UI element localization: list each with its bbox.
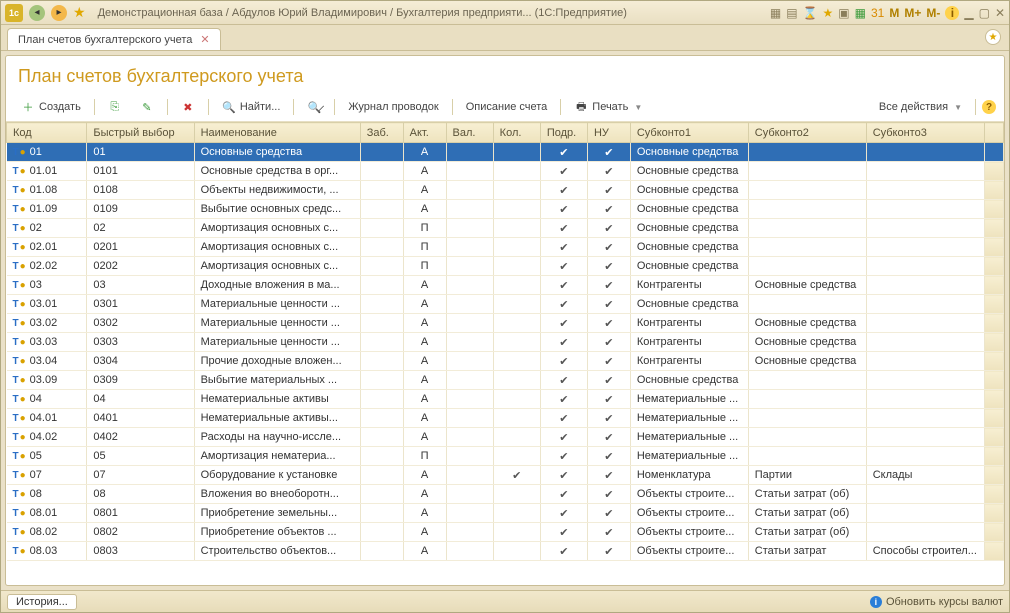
table-row[interactable]: T●02.010201Амортизация основных с...П✔✔О…: [7, 238, 1004, 257]
table-row[interactable]: T●0707Оборудование к установкеА✔✔✔Номенк…: [7, 466, 1004, 485]
copy-icon: ⎘: [108, 100, 122, 114]
col-code[interactable]: Код: [7, 123, 87, 143]
table-row[interactable]: T●08.030803Строительство объектов...А✔✔О…: [7, 542, 1004, 561]
star-icon[interactable]: ★: [823, 6, 834, 20]
delete-button[interactable]: ✖: [174, 97, 202, 117]
chevron-down-icon: ▼: [954, 103, 962, 112]
clear-filter-button[interactable]: 🔍̷: [300, 97, 328, 117]
table-row[interactable]: T●0101Основные средстваА✔✔Основные средс…: [7, 143, 1004, 162]
history-button[interactable]: История...: [7, 594, 77, 610]
table-row[interactable]: T●02.020202Амортизация основных с...П✔✔О…: [7, 257, 1004, 276]
copy-button[interactable]: ⎘: [101, 97, 129, 117]
table-row[interactable]: T●0303Доходные вложения в ма...А✔✔Контра…: [7, 276, 1004, 295]
col-nu[interactable]: НУ: [587, 123, 630, 143]
table-row[interactable]: T●03.040304Прочие доходные вложен...А✔✔К…: [7, 352, 1004, 371]
printer-icon: 🖶: [574, 100, 588, 114]
update-rates-link[interactable]: i Обновить курсы валют: [870, 596, 1003, 608]
table-row[interactable]: T●0202Амортизация основных с...П✔✔Основн…: [7, 219, 1004, 238]
page-title: План счетов бухгалтерского учета: [6, 56, 1004, 93]
table-row[interactable]: T●03.030303Материальные ценности ...А✔✔К…: [7, 333, 1004, 352]
table-row[interactable]: T●0808Вложения во внеоборотн...А✔✔Объект…: [7, 485, 1004, 504]
minimize-button[interactable]: ▁: [964, 6, 973, 20]
col-zab[interactable]: Заб.: [360, 123, 403, 143]
col-podr[interactable]: Подр.: [540, 123, 587, 143]
all-actions-label: Все действия: [879, 101, 948, 113]
favorites-icon[interactable]: ★: [73, 4, 86, 21]
chevron-down-icon: ▼: [634, 103, 642, 112]
help-icon[interactable]: ?: [982, 100, 996, 114]
print-button[interactable]: 🖶 Печать ▼: [567, 97, 649, 117]
tab-close-icon[interactable]: ✕: [200, 33, 209, 46]
tab-chart-of-accounts[interactable]: План счетов бухгалтерского учета ✕: [7, 28, 221, 50]
close-button[interactable]: ✕: [995, 6, 1005, 20]
find-button[interactable]: 🔍 Найти...: [215, 97, 288, 117]
favorite-toggle-icon[interactable]: ★: [985, 29, 1001, 45]
toolbar: ＋ Создать ⎘ ✎ ✖ 🔍 Найти... 🔍̷ Журнал про…: [6, 93, 1004, 122]
description-button[interactable]: Описание счета: [459, 98, 555, 116]
info-icon[interactable]: i: [945, 6, 959, 20]
edit-button[interactable]: ✎: [133, 97, 161, 117]
table-row[interactable]: T●03.090309Выбытие материальных ...А✔✔Ос…: [7, 371, 1004, 390]
m-button[interactable]: M: [889, 6, 899, 20]
tool-icon[interactable]: ▦: [770, 6, 781, 20]
tabbar: План счетов бухгалтерского учета ✕ ★: [1, 25, 1009, 51]
m-minus-button[interactable]: M-: [926, 6, 940, 20]
table-row[interactable]: T●0404Нематериальные активыА✔✔Нематериал…: [7, 390, 1004, 409]
table-row[interactable]: T●01.090109Выбытие основных средс...А✔✔О…: [7, 200, 1004, 219]
table-row[interactable]: T●01.010101Основные средства в орг...А✔✔…: [7, 162, 1004, 181]
nav-back-button[interactable]: ◂: [29, 5, 45, 21]
history-label: История...: [16, 596, 68, 608]
table-row[interactable]: T●03.010301Материальные ценности ...А✔✔О…: [7, 295, 1004, 314]
table-row[interactable]: T●04.020402Расходы на научно-иссле...А✔✔…: [7, 428, 1004, 447]
col-name[interactable]: Наименование: [194, 123, 360, 143]
m-plus-button[interactable]: M+: [904, 6, 921, 20]
table-row[interactable]: T●01.080108Объекты недвижимости, ...А✔✔О…: [7, 181, 1004, 200]
pencil-icon: ✎: [140, 100, 154, 114]
table-row[interactable]: T●08.010801Приобретение земельны...А✔✔Об…: [7, 504, 1004, 523]
maximize-button[interactable]: ▢: [979, 6, 990, 20]
grid-header[interactable]: Код Быстрый выбор Наименование Заб. Акт.…: [7, 123, 1004, 143]
calc-icon[interactable]: ▦: [855, 6, 866, 20]
col-kol[interactable]: Кол.: [493, 123, 540, 143]
tab-label: План счетов бухгалтерского учета: [18, 34, 192, 46]
nav-icon[interactable]: ▣: [838, 6, 849, 20]
titlebar: 1c ◂ ▸ ★ Демонстрационная база / Абдулов…: [1, 1, 1009, 25]
col-s2[interactable]: Субконто2: [748, 123, 866, 143]
search-icon: 🔍: [222, 100, 236, 114]
nav-forward-button[interactable]: ▸: [51, 5, 67, 21]
table-row[interactable]: T●08.020802Приобретение объектов ...А✔✔О…: [7, 523, 1004, 542]
col-s3[interactable]: Субконто3: [866, 123, 984, 143]
plus-icon: ＋: [21, 100, 35, 114]
statusbar: История... i Обновить курсы валют: [1, 590, 1009, 612]
print-label: Печать: [592, 101, 628, 113]
update-rates-label: Обновить курсы валют: [886, 596, 1003, 608]
clear-filter-icon: 🔍̷: [307, 100, 321, 114]
table-row[interactable]: T●0505Амортизация нематериа...П✔✔Нематер…: [7, 447, 1004, 466]
grid[interactable]: Код Быстрый выбор Наименование Заб. Акт.…: [6, 122, 1004, 585]
create-button[interactable]: ＋ Создать: [14, 97, 88, 117]
app-logo: 1c: [5, 4, 23, 22]
col-s1[interactable]: Субконто1: [630, 123, 748, 143]
find-label: Найти...: [240, 101, 281, 113]
tool-icon[interactable]: ▤: [786, 6, 797, 20]
create-label: Создать: [39, 101, 81, 113]
col-val[interactable]: Вал.: [446, 123, 493, 143]
delete-icon: ✖: [181, 100, 195, 114]
journal-label: Журнал проводок: [348, 101, 438, 113]
table-row[interactable]: T●03.020302Материальные ценности ...А✔✔К…: [7, 314, 1004, 333]
description-label: Описание счета: [466, 101, 548, 113]
titlebar-right-icons: ▦ ▤ ⌛ ★ ▣ ▦ 31 M M+ M- i ▁ ▢ ✕: [770, 6, 1005, 20]
calendar-icon[interactable]: 31: [871, 6, 884, 20]
scrollbar[interactable]: [984, 123, 1003, 143]
window-title: Демонстрационная база / Абдулов Юрий Вла…: [92, 7, 764, 19]
table-row[interactable]: T●04.010401Нематериальные активы...А✔✔Не…: [7, 409, 1004, 428]
all-actions-button[interactable]: Все действия ▼: [872, 98, 969, 116]
col-fast[interactable]: Быстрый выбор: [87, 123, 194, 143]
info-icon: i: [870, 596, 882, 608]
journal-button[interactable]: Журнал проводок: [341, 98, 445, 116]
tool-icon[interactable]: ⌛: [803, 6, 818, 20]
col-akt[interactable]: Акт.: [403, 123, 446, 143]
